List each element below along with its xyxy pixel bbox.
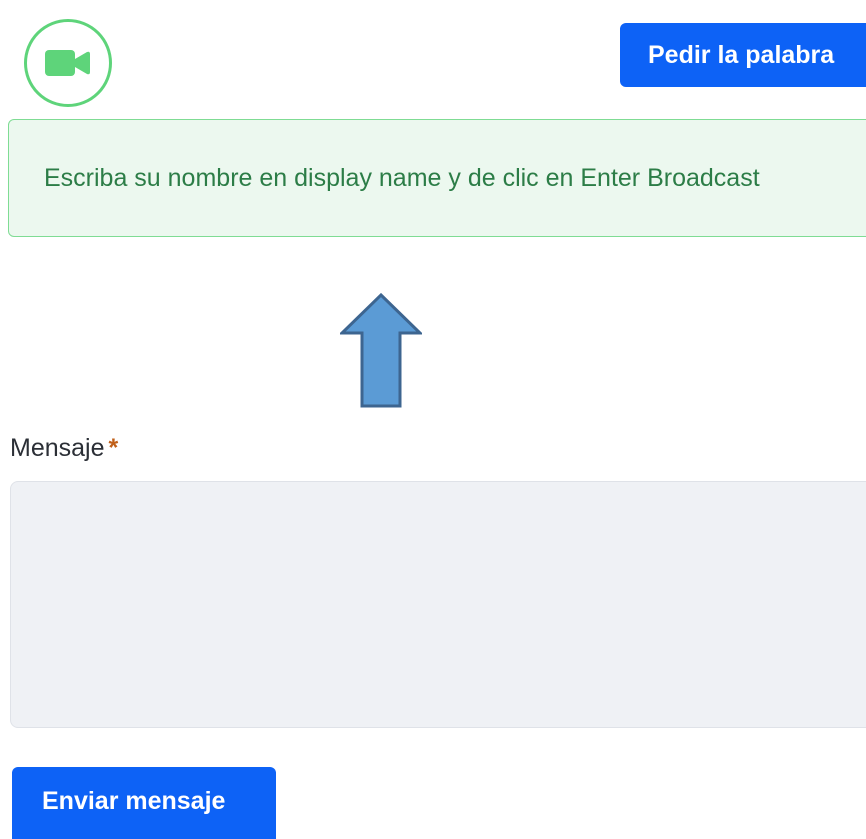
- info-alert-text: Escriba su nombre en display name y de c…: [44, 163, 760, 192]
- info-alert: Escriba su nombre en display name y de c…: [8, 119, 866, 237]
- message-label-row: Mensaje *: [10, 434, 118, 463]
- send-message-button[interactable]: Enviar mensaje: [12, 767, 276, 839]
- message-label: Mensaje: [10, 434, 105, 462]
- page: Pedir la palabra Escriba su nombre en di…: [0, 0, 866, 839]
- required-marker: *: [108, 434, 119, 462]
- video-camera-icon: [45, 50, 90, 76]
- request-floor-button[interactable]: Pedir la palabra: [620, 23, 866, 87]
- up-arrow-icon: [340, 293, 422, 408]
- video-toggle-button[interactable]: [24, 19, 112, 107]
- message-textarea[interactable]: [10, 481, 866, 728]
